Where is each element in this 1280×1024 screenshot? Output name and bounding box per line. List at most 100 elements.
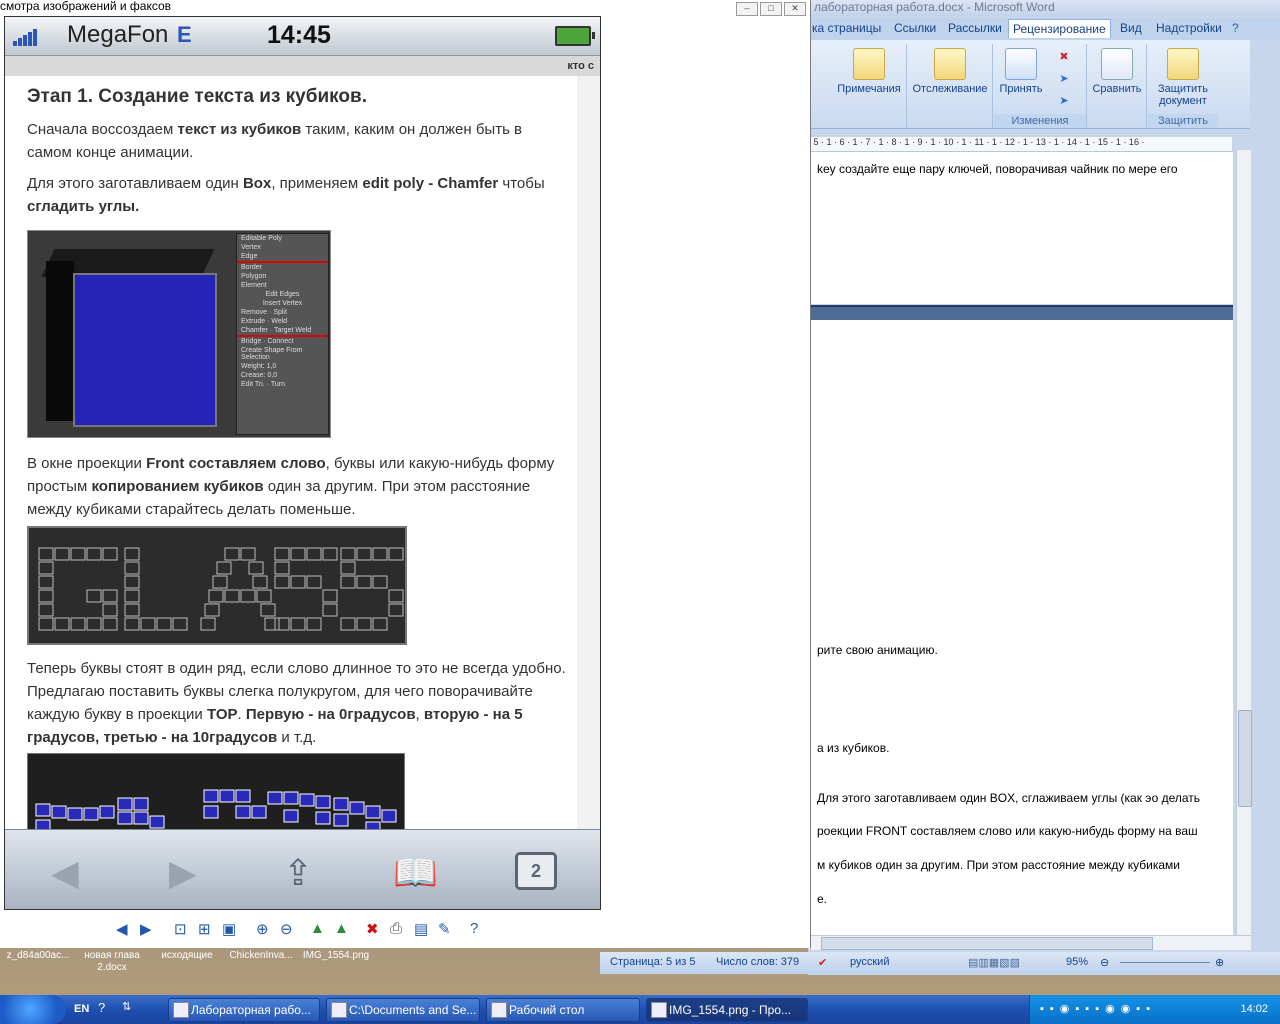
taskbar-clock[interactable]: 14:02 <box>1240 1003 1268 1015</box>
reject-icon[interactable]: ✖ <box>1052 50 1076 63</box>
zoom-slider[interactable] <box>1120 962 1210 963</box>
edit-icon[interactable]: ✎ <box>438 920 451 938</box>
close-icon[interactable]: ✕ <box>784 2 806 16</box>
group-comments: Примечания <box>830 44 907 128</box>
horizontal-scroll-thumb[interactable] <box>821 937 1153 950</box>
actual-size-icon[interactable]: ⊞ <box>198 920 211 938</box>
taskbar-item-word[interactable]: Лабораторная рабо... <box>168 998 320 1022</box>
group-compare: Сравнить <box>1088 44 1147 128</box>
safari-toolbar: ◀ ▶ ⇪ 📖 2 <box>5 829 600 909</box>
tabs-count-button[interactable]: 2 <box>515 852 557 890</box>
group-protect: Защитить документ Защитить <box>1148 44 1218 128</box>
ruler: · 5 · 1 · 6 · 1 · 7 · 1 · 8 · 1 · 9 · 1 … <box>808 137 1232 152</box>
compare-label: Сравнить <box>1092 83 1142 95</box>
statusbar-strip: Страница: 5 из 5 Число слов: 379 ✔ русск… <box>600 952 1280 974</box>
network-type: E <box>177 22 192 47</box>
desktop-file[interactable]: исходящие <box>152 950 222 962</box>
viewer-title: смотра изображений и факсов <box>0 0 810 14</box>
minimize-icon[interactable]: – <box>736 2 758 16</box>
page-separator <box>811 305 1233 321</box>
taskbar-item-desktop[interactable]: Рабочий стол <box>486 998 640 1022</box>
phone-screenshot: MegaFon E 14:45 кто с Этап 1. Создание т… <box>4 16 601 910</box>
rotate-counterclockwise-icon[interactable]: ▲ <box>334 920 349 937</box>
document-page[interactable]: key создайте еще пару ключей, поворачива… <box>811 152 1233 304</box>
vertical-scrollbar[interactable] <box>1236 150 1252 940</box>
carrier-name: MegaFon <box>67 21 169 48</box>
comments-button[interactable]: Примечания <box>834 48 904 95</box>
previous-change-icon[interactable]: ➤ <box>1052 72 1076 85</box>
view-layout-icons[interactable]: ▤▥▦▧▨ <box>968 956 1020 969</box>
help-icon[interactable]: ? <box>470 920 478 937</box>
accept-icon <box>1005 48 1037 80</box>
tab-view[interactable]: Вид <box>1120 21 1142 35</box>
tracking-label: Отслеживание <box>912 83 988 95</box>
language-bar[interactable]: EN <box>74 1003 89 1015</box>
zoom-in-icon[interactable]: ⊕ <box>1215 956 1224 969</box>
word-count[interactable]: Число слов: 379 <box>716 956 799 968</box>
bookmarks-icon[interactable]: 📖 <box>393 852 438 894</box>
zoom-out-icon[interactable]: ⊖ <box>1100 956 1109 969</box>
horizontal-scrollbar[interactable] <box>811 935 1251 950</box>
desktop-icons: z_d84a00ac... новая глава 2.docx исходящ… <box>0 950 600 976</box>
help-icon[interactable]: ? <box>98 1000 105 1015</box>
lock-icon <box>1167 48 1199 80</box>
previous-image-icon[interactable]: ◀ <box>116 920 128 938</box>
accept-button[interactable]: Принять <box>998 48 1044 95</box>
document-page[interactable]: рите свою анимацию. а из кубиков. Для эт… <box>811 320 1233 935</box>
language-indicator[interactable]: русский <box>850 956 889 968</box>
rotate-clockwise-icon[interactable]: ▲ <box>310 920 325 937</box>
tracking-icon <box>934 48 966 80</box>
share-icon[interactable]: ⇪ <box>283 852 313 894</box>
zoom-level[interactable]: 95% <box>1066 956 1088 968</box>
doc-line: е. <box>817 892 828 906</box>
tracking-button[interactable]: Отслеживание <box>910 48 990 95</box>
site-header: кто с <box>5 56 600 76</box>
group-changes: Принять ✖ ➤ ➤ Изменения <box>994 44 1087 128</box>
taskbar-item-image-viewer[interactable]: IMG_1554.png - Про... <box>646 998 808 1022</box>
comments-icon <box>853 48 885 80</box>
maximize-icon[interactable]: □ <box>760 2 782 16</box>
tab-mailings[interactable]: Рассылки <box>948 21 1002 35</box>
start-button[interactable] <box>0 995 66 1024</box>
language-options-icon[interactable]: ⇅ <box>122 1000 131 1013</box>
compare-button[interactable]: Сравнить <box>1090 48 1144 95</box>
paragraph: Для этого заготавливаем один Box, примен… <box>27 175 545 215</box>
accept-label: Принять <box>999 83 1043 95</box>
tab-layout[interactable]: ка страницы <box>812 21 881 35</box>
cube-side <box>46 261 74 421</box>
window-controls: – □ ✕ <box>734 0 806 16</box>
next-change-icon[interactable]: ➤ <box>1052 94 1076 107</box>
desktop-file[interactable]: IMG_1554.png <box>296 950 376 962</box>
word-icon <box>173 1002 189 1018</box>
desktop-file[interactable]: z_d84a00ac... <box>0 950 76 962</box>
protect-document-button[interactable]: Защитить документ <box>1150 48 1216 107</box>
ribbon: Примечания Отслеживание Принять ✖ ➤ ➤ Из… <box>808 40 1250 129</box>
spellcheck-icon[interactable]: ✔ <box>818 956 827 969</box>
group-changes-label: Изменения <box>994 114 1086 128</box>
tab-addins[interactable]: Надстройки <box>1156 21 1222 35</box>
desktop-file[interactable]: новая глава 2.docx <box>78 950 146 974</box>
vertical-scroll-thumb[interactable] <box>1238 710 1252 807</box>
next-image-icon[interactable]: ▶ <box>140 920 152 938</box>
cube-front <box>73 273 217 427</box>
tray-icons[interactable]: ▪▪◉▪▪▪◉◉▪▪ <box>1040 1002 1156 1015</box>
forward-icon[interactable]: ▶ <box>169 852 197 894</box>
help-icon[interactable]: ? <box>1232 21 1239 35</box>
slideshow-icon[interactable]: ▣ <box>222 920 236 938</box>
save-icon[interactable]: ▤ <box>414 920 428 938</box>
delete-icon[interactable]: ✖ <box>366 920 379 938</box>
taskbar-item-explorer[interactable]: C:\Documents and Se... <box>326 998 480 1022</box>
zoom-in-icon[interactable]: ⊕ <box>256 920 269 938</box>
tab-references[interactable]: Ссылки <box>894 21 936 35</box>
page-indicator[interactable]: Страница: 5 из 5 <box>610 956 696 968</box>
ribbon-tabs: ка страницы Ссылки Рассылки Рецензирован… <box>808 18 1280 40</box>
best-fit-icon[interactable]: ⊡ <box>174 920 187 938</box>
back-icon[interactable]: ◀ <box>51 852 79 894</box>
print-icon[interactable]: ⎙ <box>390 920 402 937</box>
zoom-out-icon[interactable]: ⊖ <box>280 920 293 938</box>
desktop-file[interactable]: ChickenInva... <box>224 950 298 962</box>
protect-label: Защитить документ <box>1158 83 1208 107</box>
phone-clock: 14:45 <box>267 21 331 49</box>
tab-review[interactable]: Рецензирование <box>1008 19 1111 38</box>
phone-statusbar: MegaFon E 14:45 <box>5 17 600 56</box>
